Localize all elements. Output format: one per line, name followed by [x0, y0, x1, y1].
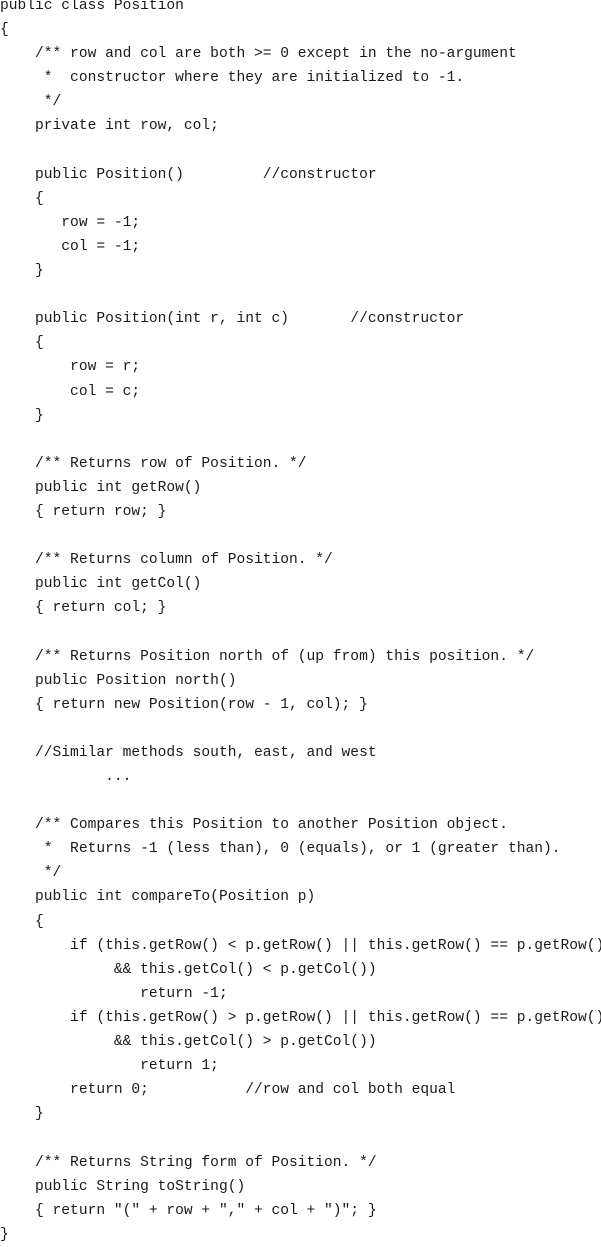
code-line: public int getRow(): [0, 479, 202, 496]
code-line: */: [0, 94, 62, 111]
code-listing: public class Position { /** row and col a…: [0, 0, 601, 1247]
code-line: { return "(" + row + "," + col + ")"; }: [0, 1202, 377, 1219]
code-line: /** Returns Position north of (up from) …: [0, 648, 535, 665]
code-line: //Similar methods south, east, and west: [0, 744, 377, 761]
code-line: ...: [0, 769, 132, 785]
code-line: col = c;: [0, 383, 141, 400]
code-line: {: [0, 190, 44, 207]
code-line: && this.getCol() > p.getCol()): [0, 1034, 377, 1051]
code-line: public Position() //constructor: [0, 166, 377, 183]
code-line: if (this.getRow() < p.getRow() || this.g…: [0, 937, 601, 954]
code-line: /** Compares this Position to another Po…: [0, 817, 508, 834]
code-line: private int row, col;: [0, 118, 219, 135]
code-line: {: [0, 913, 44, 930]
code-line: public int getCol(): [0, 576, 202, 593]
code-line: public int compareTo(Position p): [0, 889, 316, 906]
code-line: }: [0, 263, 44, 280]
code-line: }: [0, 1106, 44, 1123]
code-line: return 1;: [0, 1058, 219, 1075]
code-line: && this.getCol() < p.getCol()): [0, 961, 377, 978]
code-line: public class Position: [0, 0, 184, 14]
code-line: public Position north(): [0, 672, 237, 689]
code-line: { return col; }: [0, 600, 167, 617]
code-line: /** Returns column of Position. */: [0, 552, 333, 569]
code-line: row = -1;: [0, 214, 141, 231]
code-line: return 0; //row and col both equal: [0, 1082, 456, 1099]
code-line: {: [0, 22, 9, 39]
code-line: * constructor where they are initialized…: [0, 70, 465, 87]
code-line: * Returns -1 (less than), 0 (equals), or…: [0, 841, 561, 858]
code-line: /** row and col are both >= 0 except in …: [0, 46, 517, 63]
code-line: row = r;: [0, 359, 141, 376]
code-line: }: [0, 1226, 9, 1243]
code-line: if (this.getRow() > p.getRow() || this.g…: [0, 1009, 601, 1026]
code-line: return -1;: [0, 985, 228, 1002]
code-line: */: [0, 865, 62, 882]
code-line: { return row; }: [0, 503, 167, 520]
code-line: /** Returns String form of Position. */: [0, 1154, 377, 1171]
code-line: public Position(int r, int c) //construc…: [0, 311, 465, 328]
code-line: {: [0, 335, 44, 352]
code-line: col = -1;: [0, 238, 141, 255]
code-line: public String toString(): [0, 1178, 246, 1195]
code-line: { return new Position(row - 1, col); }: [0, 696, 368, 713]
code-line: /** Returns row of Position. */: [0, 455, 307, 472]
code-line: }: [0, 407, 44, 424]
